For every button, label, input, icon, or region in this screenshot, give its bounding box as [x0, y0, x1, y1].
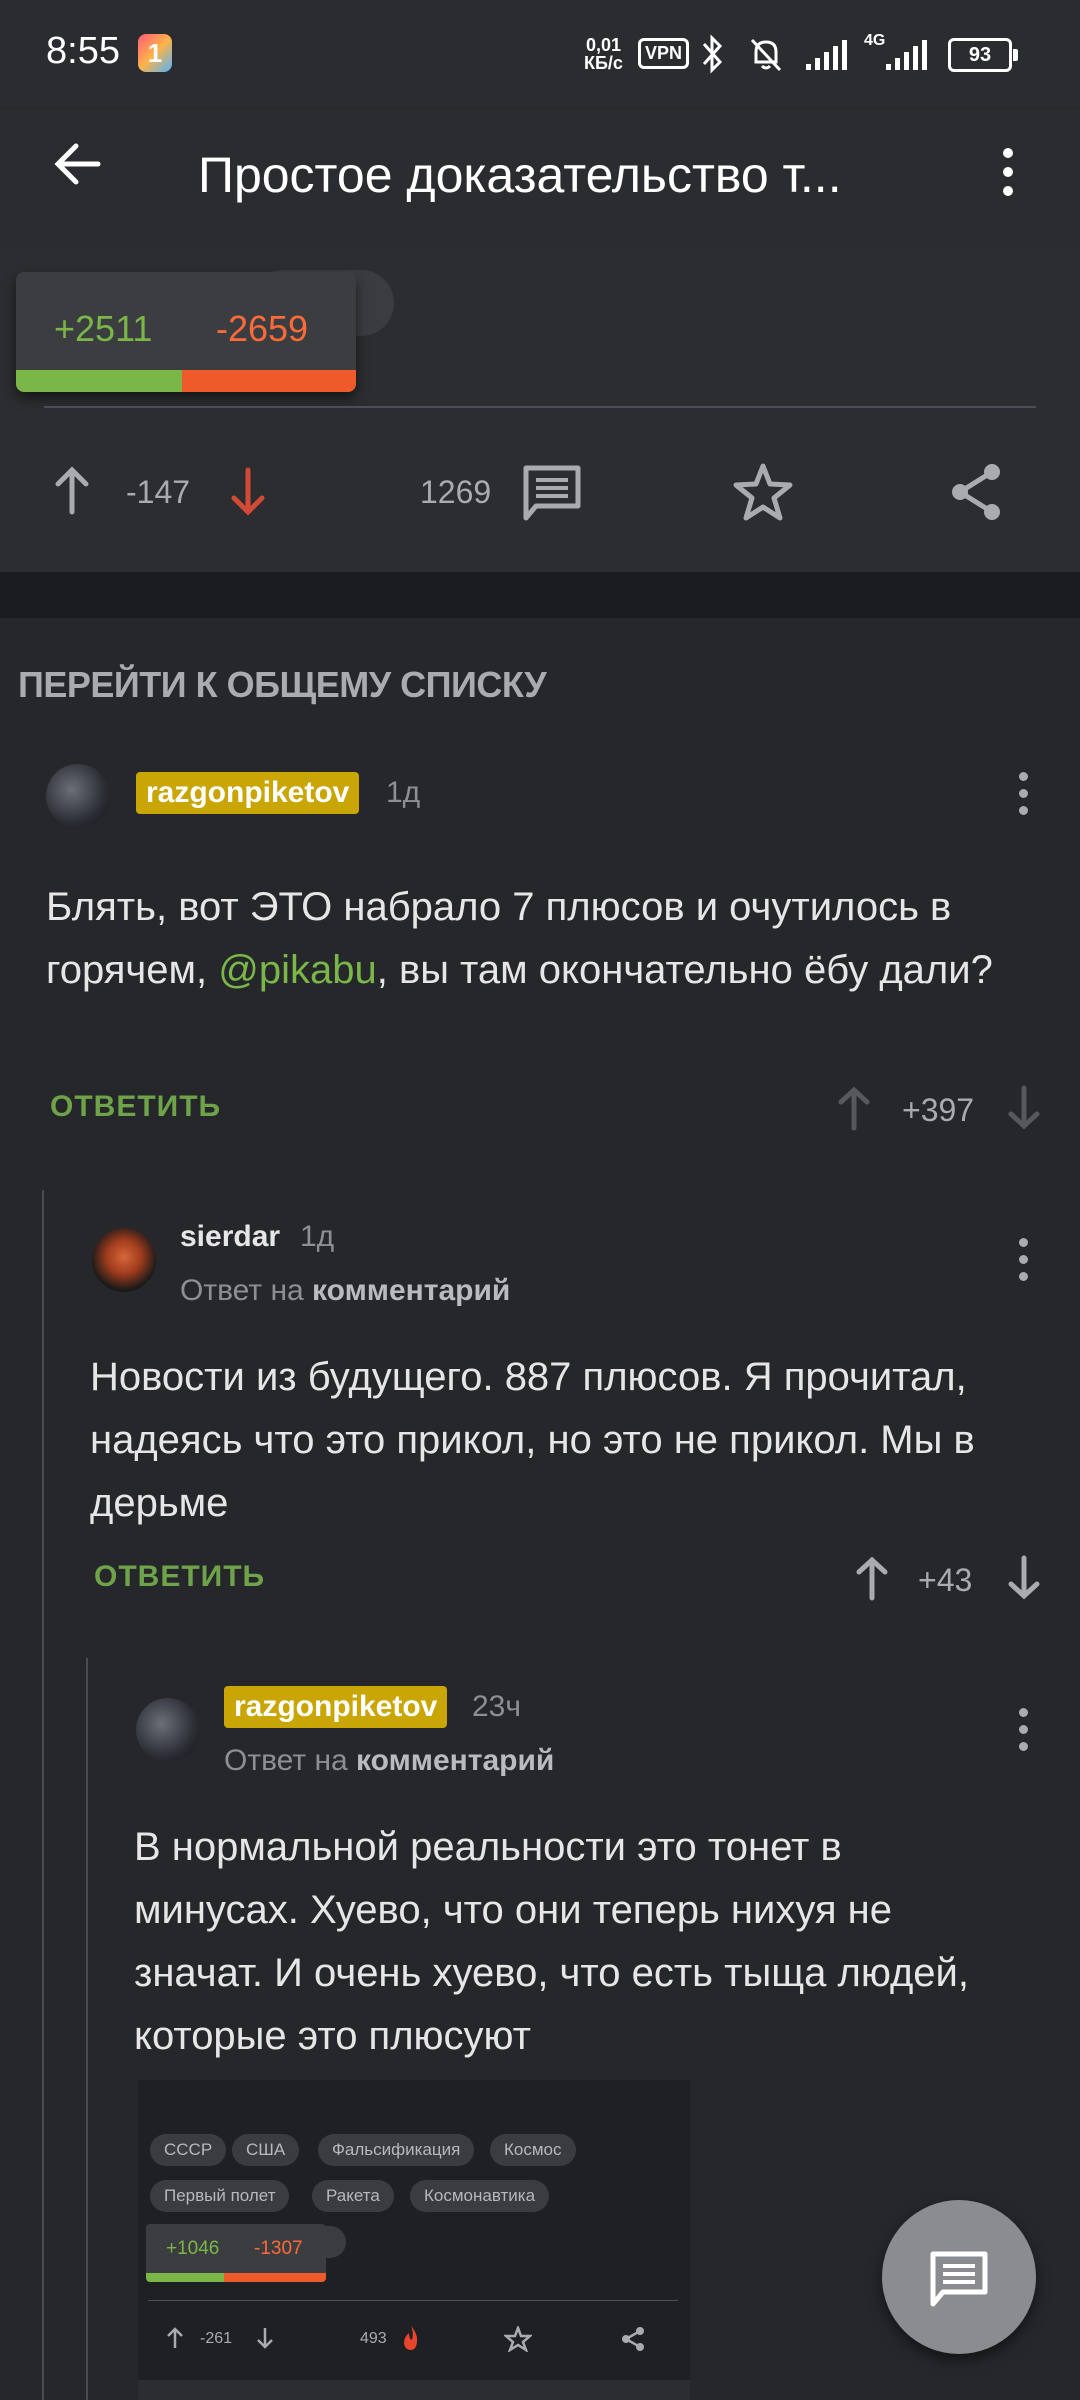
- net-speed: 0,01 КБ/с: [584, 36, 623, 72]
- embed-rating-plus: +1046: [166, 2238, 220, 2259]
- signal-4g-icon: [886, 40, 927, 70]
- comment-image[interactable]: СССР США Фальсификация Космос Первый пол…: [138, 2080, 690, 2400]
- embed-share-icon: [622, 2327, 644, 2351]
- avatar[interactable]: [46, 764, 110, 828]
- embed-comments: 493: [360, 2330, 387, 2347]
- comment-add-icon: [930, 2251, 988, 2307]
- divider: [44, 406, 1036, 408]
- thread-line: [42, 1190, 44, 2400]
- embed-tag: США: [232, 2134, 300, 2166]
- comment-menu-icon[interactable]: [1016, 1238, 1032, 1282]
- more-menu-icon[interactable]: [1000, 148, 1016, 196]
- comment-menu-icon[interactable]: [1016, 1708, 1032, 1752]
- goto-list-link[interactable]: ПЕРЕЙТИ К ОБЩЕМУ СПИСКУ: [18, 664, 547, 706]
- embed-tag: Фальсификация: [318, 2134, 475, 2166]
- section-separator: [0, 572, 1080, 618]
- reply-button[interactable]: ОТВЕТИТЬ: [94, 1560, 265, 1594]
- app-notification-icon: 1: [138, 34, 172, 72]
- rating-bar-minus: [182, 370, 356, 392]
- comment-time: 23ч: [472, 1690, 521, 1723]
- comment-score: +397: [902, 1092, 975, 1128]
- rating-bar-plus: [16, 370, 182, 392]
- signal-icon: [806, 40, 847, 70]
- embed-tag: Космонавтика: [410, 2180, 550, 2212]
- comment-author[interactable]: razgonpiketov: [136, 772, 360, 814]
- rating-popup: +2511 -2659: [16, 272, 356, 392]
- share-icon[interactable]: [948, 462, 1004, 522]
- reply-to-link[interactable]: комментарий: [312, 1274, 510, 1307]
- comment-upvote-icon[interactable]: [834, 1084, 874, 1132]
- comment-time: 1д: [300, 1220, 335, 1253]
- silent-bell-icon: [750, 38, 782, 72]
- downvote-icon[interactable]: [228, 466, 268, 518]
- comment-score: +43: [918, 1562, 973, 1598]
- upvote-icon[interactable]: [52, 464, 92, 516]
- thread-line: [86, 1658, 88, 2400]
- bluetooth-icon: [702, 34, 723, 74]
- embed-rating-minus: -1307: [254, 2238, 303, 2259]
- embed-upvote-icon: [167, 2327, 183, 2348]
- comment-author[interactable]: sierdar: [180, 1220, 280, 1254]
- reply-to-link[interactable]: комментарий: [356, 1744, 554, 1777]
- comments-count: 1269: [420, 474, 492, 510]
- net-speed-unit: КБ/с: [584, 53, 623, 73]
- net-speed-value: 0,01: [585, 35, 621, 55]
- vpn-icon: VPN: [638, 38, 690, 69]
- battery-icon: 93: [948, 38, 1018, 72]
- comment-downvote-icon[interactable]: [1004, 1084, 1044, 1132]
- comment-text: Новости из будущего. 887 плюсов. Я прочи…: [90, 1355, 975, 1525]
- reply-button[interactable]: ОТВЕТИТЬ: [50, 1090, 221, 1124]
- back-arrow-icon[interactable]: [52, 138, 104, 190]
- comments-icon[interactable]: [522, 464, 582, 522]
- embed-downvote-icon: [257, 2328, 273, 2349]
- reply-to: Ответ на комментарий: [224, 1744, 555, 1777]
- embed-tag: СССР: [150, 2134, 227, 2166]
- comment-author[interactable]: razgonpiketov: [224, 1686, 448, 1728]
- comment-text: Блять, вот ЭТО набрало 7 плюсов и очутил…: [46, 885, 993, 992]
- embed-rating: +1046 -1307: [146, 2224, 326, 2282]
- page-title: Простое доказательство т...: [198, 147, 842, 203]
- embed-tag: Ракета: [312, 2180, 394, 2212]
- embed-tag: Первый полет: [150, 2180, 290, 2212]
- hot-fire-icon: [404, 2326, 418, 2350]
- post-score: -147: [126, 474, 191, 510]
- mention-link[interactable]: @pikabu: [218, 948, 376, 992]
- embed-star-icon: [504, 2326, 532, 2352]
- comment-time: 1д: [386, 776, 421, 809]
- status-time: 8:55: [46, 30, 120, 72]
- comment-text: В нормальной реальности это тонет в мину…: [134, 1825, 969, 2058]
- bookmark-star-icon[interactable]: [732, 462, 794, 522]
- avatar[interactable]: [136, 1698, 200, 1762]
- rating-plus: +2511: [54, 308, 153, 349]
- embed-tag: Космос: [490, 2134, 576, 2166]
- avatar[interactable]: [92, 1228, 156, 1292]
- comment-downvote-icon[interactable]: [1004, 1554, 1044, 1602]
- add-comment-button[interactable]: [882, 2200, 1036, 2354]
- reply-to: Ответ на комментарий: [180, 1274, 511, 1307]
- comment-menu-icon[interactable]: [1016, 772, 1032, 816]
- comment-upvote-icon[interactable]: [852, 1554, 892, 1602]
- embed-score: -261: [200, 2330, 233, 2347]
- rating-minus: -2659: [216, 308, 309, 349]
